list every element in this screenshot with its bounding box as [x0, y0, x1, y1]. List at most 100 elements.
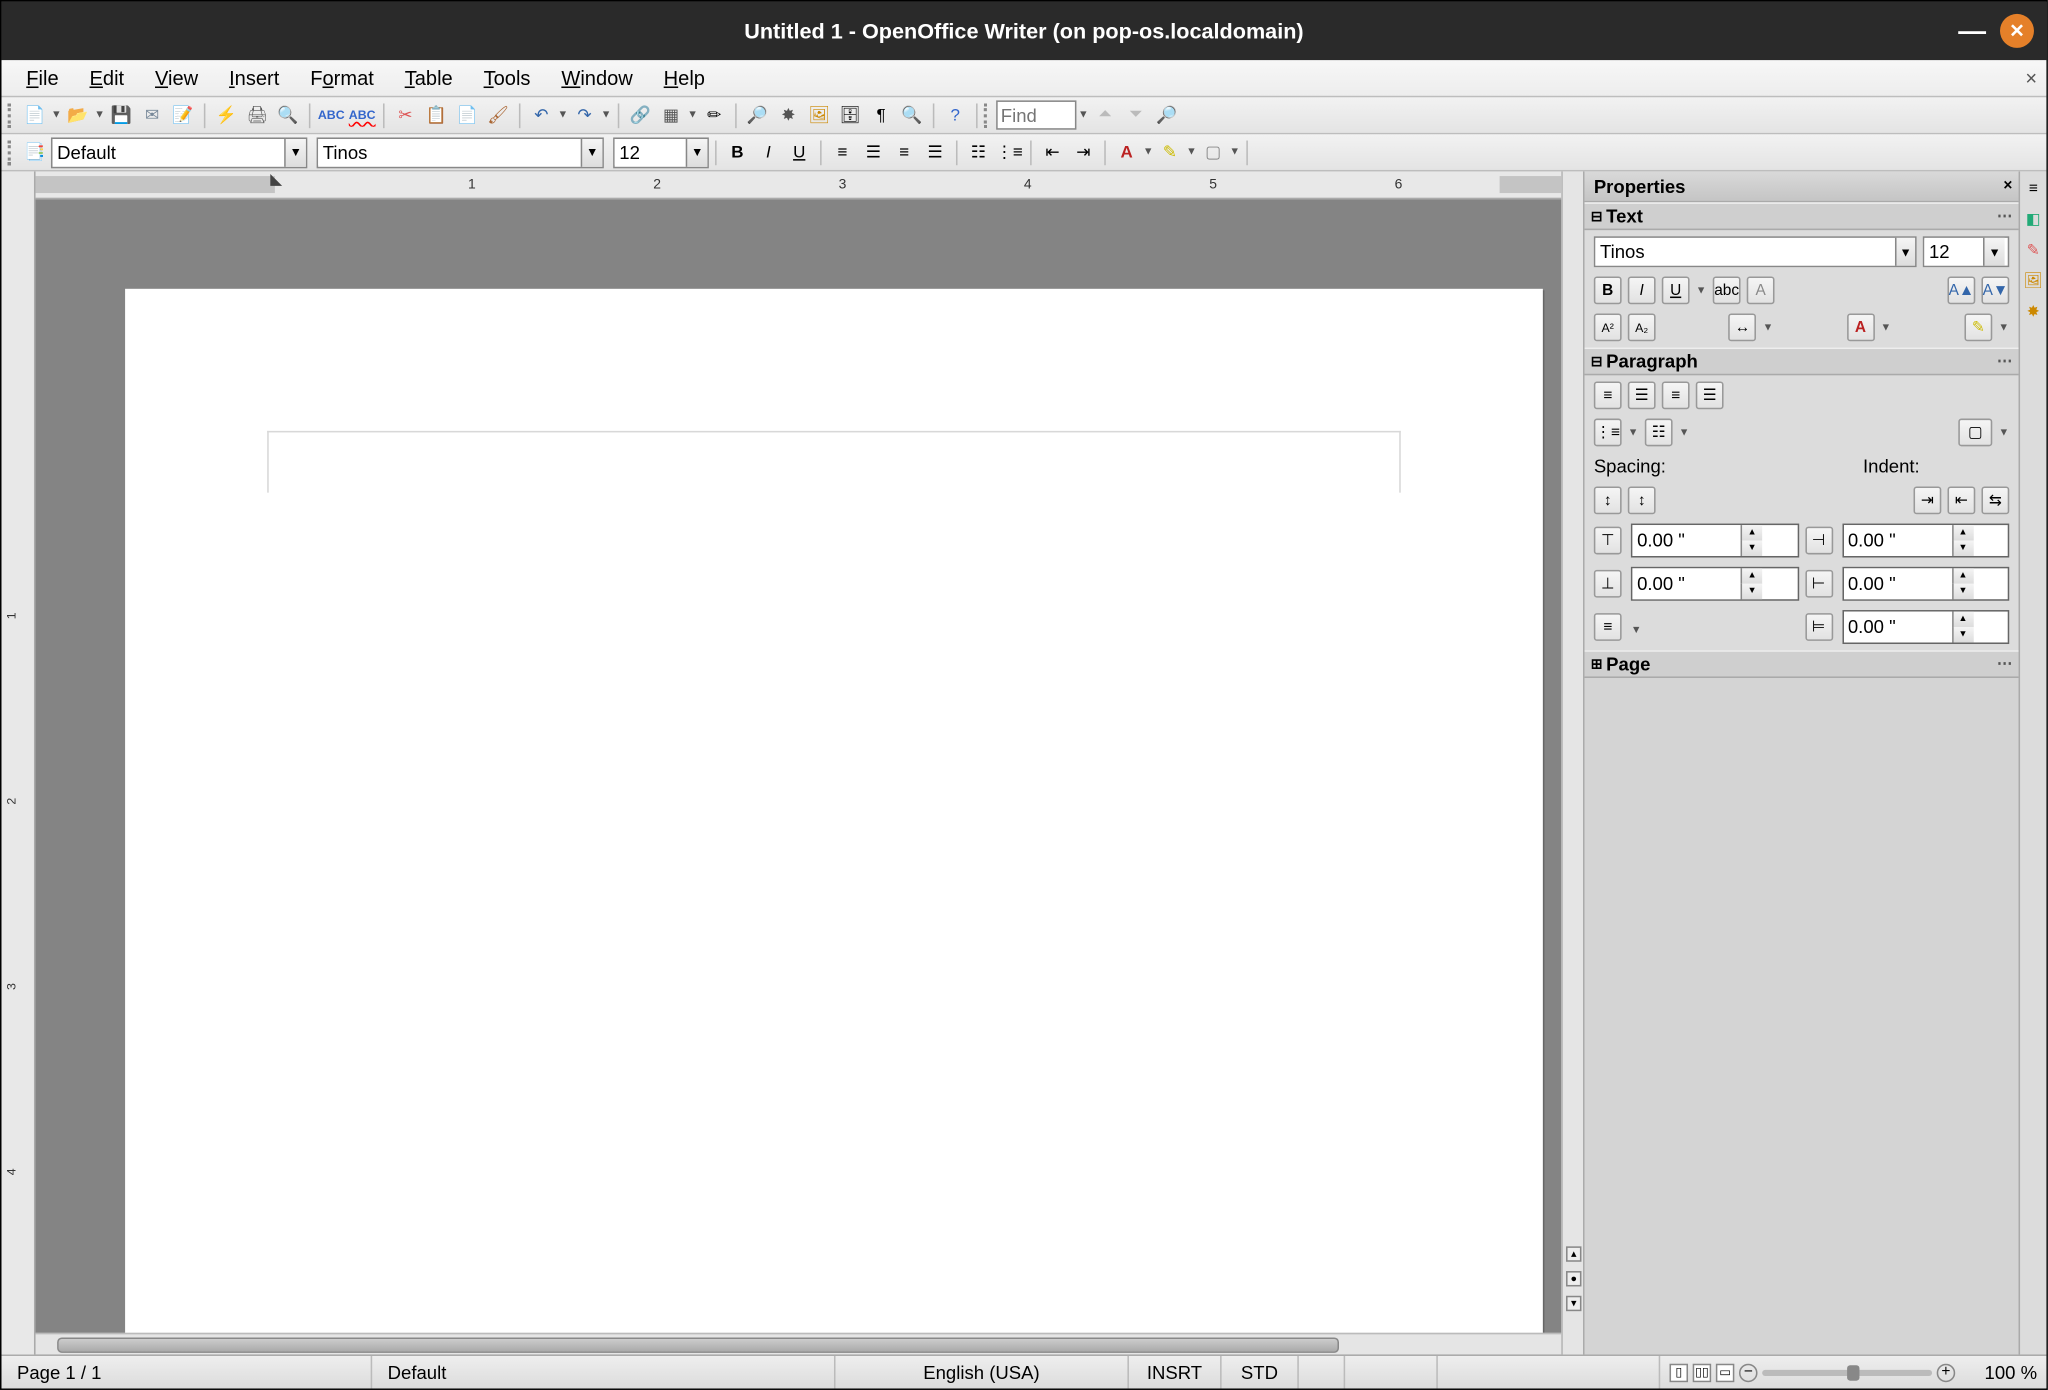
underline-button[interactable]: U — [785, 137, 814, 166]
outdent-button[interactable]: ⇤ — [1038, 137, 1067, 166]
sidebar-size-combo[interactable]: ▼ — [1923, 236, 2009, 267]
bold-button[interactable]: B — [723, 137, 752, 166]
above-spacing-spinner[interactable]: ▲▼ — [1631, 524, 1799, 558]
find-replace-button[interactable]: 🔎 — [743, 100, 772, 129]
firstline-indent-input[interactable] — [1843, 612, 1951, 643]
save-button[interactable]: 💾 — [107, 100, 136, 129]
view-single-button[interactable]: ▯ — [1669, 1363, 1688, 1382]
print-button[interactable]: 🖨 — [242, 100, 271, 129]
menu-view[interactable]: View — [140, 63, 214, 92]
paragraph-style-input[interactable] — [53, 139, 285, 165]
hyperlink-button[interactable]: 🔗 — [625, 100, 654, 129]
export-pdf-button[interactable]: ⚡ — [212, 100, 241, 129]
italic-button[interactable]: I — [754, 137, 783, 166]
sidebar-settings-icon[interactable]: ≡ — [2022, 178, 2044, 200]
copy-button[interactable]: 📋 — [422, 100, 451, 129]
sb-decrease-font-button[interactable]: A▼ — [1981, 276, 2009, 304]
sidebar-font-dd-icon[interactable]: ▼ — [1895, 238, 1915, 266]
sb-bold-button[interactable]: B — [1594, 276, 1622, 304]
spin-down[interactable]: ▼ — [1741, 541, 1763, 556]
styles-dialog-button[interactable]: 📑 — [20, 137, 49, 166]
print-preview-button[interactable]: 🔍 — [273, 100, 302, 129]
font-size-input[interactable] — [615, 139, 686, 165]
sb-decrease-spacing-button[interactable]: ↕ — [1628, 486, 1656, 514]
hscroll-thumb[interactable] — [57, 1337, 1339, 1352]
below-spacing-input[interactable] — [1632, 568, 1740, 599]
sidebar-font-input[interactable] — [1595, 239, 1894, 265]
font-name-input[interactable] — [318, 139, 581, 165]
highlight-dropdown[interactable]: ▼ — [1186, 147, 1197, 158]
paragraph-style-combo[interactable]: ▼ — [51, 137, 307, 168]
zoom-button[interactable]: 🔍 — [897, 100, 926, 129]
after-indent-input[interactable] — [1843, 568, 1951, 599]
data-sources-button[interactable]: 🗄 — [836, 100, 865, 129]
sb-hanging-indent-button[interactable]: ⇆ — [1981, 486, 2009, 514]
zoom-slider[interactable] — [1762, 1369, 1932, 1375]
font-color-button[interactable]: A — [1112, 137, 1141, 166]
status-selection-mode[interactable]: STD — [1222, 1356, 1299, 1388]
sb-spacing-button[interactable]: ↔ — [1729, 314, 1757, 342]
help-button[interactable]: ? — [941, 100, 970, 129]
after-indent-spinner[interactable]: ▲▼ — [1842, 567, 2010, 601]
find-all-button[interactable]: 🔎 — [1152, 100, 1181, 129]
menu-tools[interactable]: Tools — [468, 63, 546, 92]
align-right-button[interactable]: ≡ — [890, 137, 919, 166]
paragraph-section-header[interactable]: ⊟ Paragraph ⋯ — [1585, 347, 2019, 375]
status-style[interactable]: Default — [372, 1356, 835, 1388]
sb-superscript-button[interactable]: A² — [1594, 314, 1622, 342]
sb-align-right-button[interactable]: ≡ — [1662, 381, 1690, 409]
menu-help[interactable]: Help — [648, 63, 720, 92]
before-indent-spinner[interactable]: ▲▼ — [1842, 524, 2010, 558]
font-name-combo[interactable]: ▼ — [317, 137, 604, 168]
format-paintbrush-button[interactable]: 🖌 — [483, 100, 512, 129]
page-down-nav-button[interactable]: ▾ — [1566, 1296, 1581, 1311]
find-dropdown[interactable]: ▼ — [1078, 110, 1089, 121]
above-spacing-input[interactable] — [1632, 525, 1740, 556]
sb-increase-spacing-button[interactable]: ↕ — [1594, 486, 1622, 514]
edit-file-button[interactable]: 📝 — [168, 100, 197, 129]
find-grip[interactable] — [984, 103, 992, 128]
page-up-nav-button[interactable]: ▴ — [1566, 1246, 1581, 1261]
status-page[interactable]: Page 1 / 1 — [2, 1356, 373, 1388]
bullets-button[interactable]: ⋮≡ — [995, 137, 1024, 166]
vertical-ruler[interactable]: 1 2 3 4 — [2, 171, 36, 1354]
close-panel-button[interactable]: × — [2003, 178, 2012, 195]
below-spacing-spinner[interactable]: ▲▼ — [1631, 567, 1799, 601]
insert-table-button[interactable]: ▦ — [656, 100, 685, 129]
align-justify-button[interactable]: ☰ — [920, 137, 949, 166]
format-grip[interactable] — [8, 140, 16, 165]
status-insert-mode[interactable]: INSRT — [1129, 1356, 1222, 1388]
sb-font-color-button[interactable]: A — [1847, 314, 1875, 342]
menu-file[interactable]: File — [11, 63, 74, 92]
sidebar-styles-icon[interactable]: ✎ — [2022, 239, 2044, 261]
paste-button[interactable]: 📄 — [453, 100, 482, 129]
view-book-button[interactable]: ▭ — [1716, 1363, 1735, 1382]
spin-up[interactable]: ▲ — [1741, 525, 1763, 540]
status-modified[interactable] — [1299, 1356, 1345, 1388]
zoom-out-button[interactable]: − — [1739, 1363, 1758, 1382]
sb-subscript-button[interactable]: A₂ — [1628, 314, 1656, 342]
horizontal-ruler[interactable]: ◣ 1 2 3 4 5 6 — [36, 171, 1562, 199]
sb-bullets-button[interactable]: ⋮≡ — [1594, 419, 1622, 447]
redo-button[interactable]: ↷ — [570, 100, 599, 129]
open-dropdown[interactable]: ▼ — [94, 110, 105, 121]
font-color-dropdown[interactable]: ▼ — [1143, 147, 1154, 158]
align-left-button[interactable]: ≡ — [828, 137, 857, 166]
sb-align-center-button[interactable]: ☰ — [1628, 381, 1656, 409]
open-button[interactable]: 📂 — [63, 100, 92, 129]
table-dropdown[interactable]: ▼ — [687, 110, 698, 121]
spellcheck-button[interactable]: ABC — [317, 100, 346, 129]
sidebar-font-combo[interactable]: ▼ — [1594, 236, 1917, 267]
undo-dropdown[interactable]: ▼ — [558, 110, 569, 121]
sb-increase-indent-button[interactable]: ⇥ — [1914, 486, 1942, 514]
highlight-button[interactable]: ✎ — [1155, 137, 1184, 166]
view-multi-button[interactable]: ▯▯ — [1693, 1363, 1712, 1382]
new-doc-button[interactable]: 📄 — [20, 100, 49, 129]
status-language[interactable]: English (USA) — [836, 1356, 1129, 1388]
zoom-in-button[interactable]: + — [1937, 1363, 1956, 1382]
sb-strike-button[interactable]: abc — [1713, 276, 1741, 304]
autospell-button[interactable]: ABC — [347, 100, 376, 129]
sb-italic-button[interactable]: I — [1628, 276, 1656, 304]
text-area[interactable] — [267, 431, 1401, 493]
bg-dropdown[interactable]: ▼ — [1229, 147, 1240, 158]
